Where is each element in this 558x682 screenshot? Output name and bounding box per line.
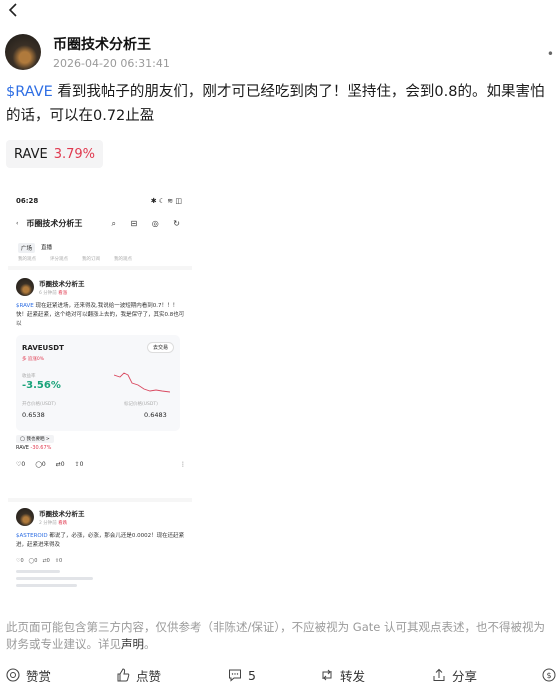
avatar (16, 278, 34, 296)
comment-count: 5 (248, 667, 256, 682)
chevron-left-icon: ‹ (16, 220, 19, 227)
post-image[interactable]: 06:28 ✱ ☾ ≋ ◫ ‹ 币圈技术分析王 ⌕ ⊟ ◎ ↻ 广场 直播 我的… (8, 190, 192, 610)
tip-button[interactable]: 赞赏 (6, 666, 51, 682)
like-label: 点赞 (136, 668, 162, 682)
mark-label: 标记价格(USDT) (124, 402, 158, 407)
action-bar: 赞赏 点赞 5 转发 分享 $ (0, 664, 558, 682)
statement-link[interactable]: 声明 (121, 637, 144, 651)
thumbs-up-icon (117, 668, 130, 682)
image-post-1: 币圈技术分析王 6 分钟前 看涨 $RAVE 现在赶紧进场，还来得及,我说给一波… (16, 278, 186, 468)
share-button[interactable]: 分享 (432, 666, 477, 682)
open-price: 0.6538 (22, 411, 45, 419)
image-tabs: 广场 直播 (18, 243, 52, 253)
phone-status-time: 06:28 (16, 197, 39, 205)
image-nav-icons: ⌕ ⊟ ◎ ↻ (111, 218, 186, 228)
divider (8, 498, 192, 502)
image-post-text: $RAVE 现在赶紧进场，还来得及,我说给一波短期内看到0.7！！！快！赶紧赶紧… (16, 303, 185, 327)
gift-icon (6, 668, 20, 682)
image-post-time: 6 分钟前 看涨 (39, 291, 68, 296)
chevron-left-icon (8, 3, 17, 17)
open-label: 开仓价格(USDT) (22, 402, 56, 407)
share-too-chip: ◯ 我也要晒 > (16, 435, 54, 443)
image-subtab: 我的订阅 (82, 257, 100, 262)
coin-icon: $ (542, 668, 556, 682)
avatar (16, 508, 34, 526)
post-body: 看到我帖子的朋友们，刚才可已经吃到肉了！坚持住，会到0.8的。如果害怕的话，可以… (6, 84, 545, 124)
image-author-name: 币圈技术分析王 (39, 510, 85, 518)
image-author-name: 币圈技术分析王 (39, 280, 85, 288)
image-subtabs: 我的观点 评分观点 我的订阅 我的观点 (18, 256, 132, 262)
image-subtab: 我的观点 (18, 257, 36, 262)
trade-pair: RAVEUSDT (22, 344, 64, 352)
share-label: 分享 (452, 668, 478, 682)
more-options-icon[interactable]: • (547, 47, 554, 61)
change-label: 收益率 (22, 374, 36, 379)
image-post-time: 2 分钟前 看跌 (39, 521, 68, 526)
image-nav-title: 币圈技术分析王 (26, 219, 83, 228)
mark-price: 0.6483 (144, 411, 167, 419)
post-author[interactable]: 币圈技术分析王 2026-04-20 06:31:41 (5, 34, 170, 70)
comment-button[interactable]: 5 (228, 668, 256, 682)
avatar[interactable] (5, 34, 41, 70)
coin-change: 3.79% (53, 146, 95, 162)
image-tab: 广场 (18, 243, 36, 253)
like-button[interactable]: 点赞 (116, 666, 161, 682)
trade-button: 去交易 (146, 342, 174, 353)
coin-symbol: RAVE (14, 146, 48, 162)
disclaimer: 此页面可能包含第三方内容，仅供参考（非陈述/保证），不应被视为 Gate 认可其… (6, 619, 554, 653)
image-post-2: 币圈技术分析王 2 分钟前 看跌 $ASTEROID 都说了，必涨，必涨，那会儿… (16, 508, 186, 564)
sparkline (114, 372, 170, 393)
trade-card: RAVEUSDT 去交易 多 追涨0% 收益率 -3.56% 开仓价格(USDT… (16, 335, 180, 431)
repost-icon (322, 669, 332, 681)
trade-change: -3.56% (22, 380, 61, 391)
coin-tag-link[interactable]: $RAVE (6, 84, 53, 100)
comment-icon (229, 669, 241, 682)
repost-button[interactable]: 转发 (320, 666, 365, 682)
donate-button[interactable]: $ (542, 668, 558, 682)
coin-price-chip[interactable]: RAVE 3.79% (6, 140, 103, 168)
image-post-actions: ♡0 ◯0 ⇄0 ⇪0 ⋮ (16, 461, 186, 468)
post-content: $RAVE 看到我帖子的朋友们，刚才可已经吃到肉了！坚持住，会到0.8的。如果害… (6, 80, 554, 128)
divider (8, 266, 192, 270)
image-tab: 直播 (41, 245, 53, 251)
image-nav-bar: ‹ 币圈技术分析王 ⌕ ⊟ ◎ ↻ (16, 218, 186, 229)
share-icon (433, 668, 445, 681)
repost-label: 转发 (340, 668, 366, 682)
back-button[interactable] (6, 2, 22, 18)
image-subtab: 评分观点 (50, 257, 68, 262)
svg-text:$: $ (546, 671, 551, 680)
phone-status-icons: ✱ ☾ ≋ ◫ (150, 197, 182, 205)
disclaimer-text: 此页面可能包含第三方内容，仅供参考（非陈述/保证），不应被视为 Gate 认可其… (6, 620, 545, 651)
image-post-text: $ASTEROID 都说了，必涨，必涨，那会儿还是0.0002！现在还赶紧进，赶… (16, 533, 185, 548)
blurred-content (16, 570, 126, 600)
image-coin-chip: RAVE -30.67% (16, 445, 52, 451)
post-timestamp: 2026-04-20 06:31:41 (53, 57, 170, 70)
tip-label: 赞赏 (26, 668, 52, 682)
trade-tagline: 多 追涨0% (22, 357, 45, 362)
author-name[interactable]: 币圈技术分析王 (53, 34, 170, 54)
disclaimer-end: 。 (144, 637, 156, 651)
image-subtab: 我的观点 (114, 257, 132, 262)
image-post-actions: ♡0 ◯0 ⇄0 ⇪0 (16, 558, 63, 564)
